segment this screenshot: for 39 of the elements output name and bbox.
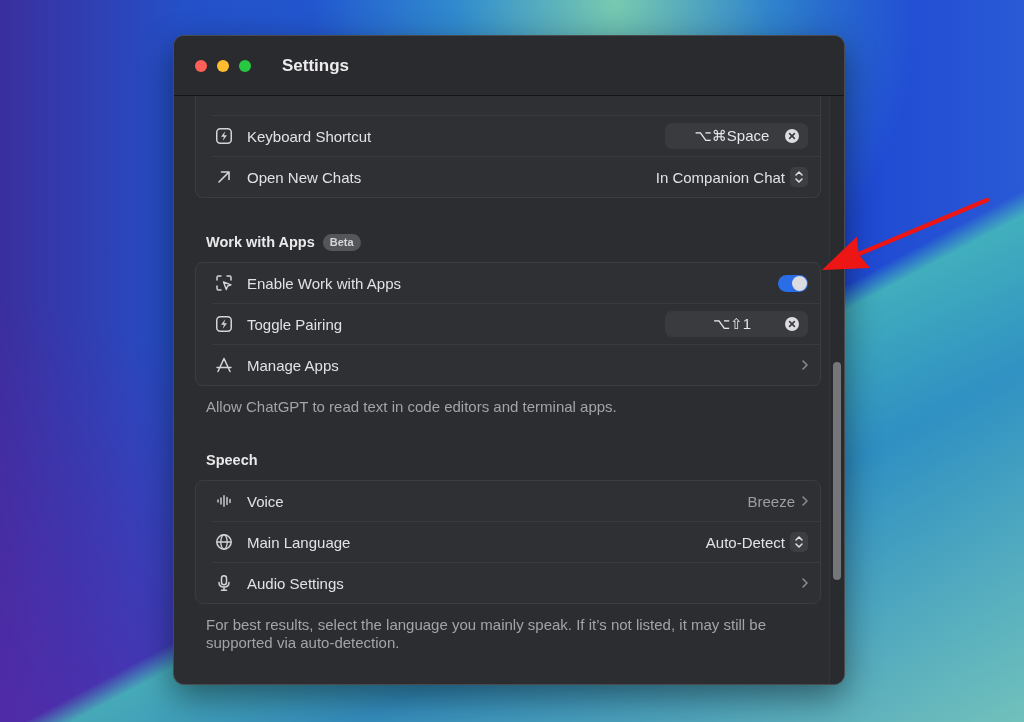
setting-label: Open New Chats bbox=[247, 168, 363, 186]
section-heading: Work with Apps bbox=[206, 234, 315, 250]
setting-label: Manage Apps bbox=[247, 356, 340, 374]
section-caption: For best results, select the language you mainly speak. If it’s not listed, it may still be supported via auto-detection. bbox=[205, 616, 767, 652]
letter-a-icon bbox=[216, 357, 232, 373]
lightning-square-icon bbox=[216, 128, 232, 144]
popup-button[interactable]: Auto-Detect bbox=[705, 532, 808, 552]
section-caption: Allow ChatGPT to read text in code editors and terminal apps. bbox=[205, 398, 618, 416]
cursor-selection-icon bbox=[216, 275, 232, 291]
globe-icon bbox=[216, 534, 232, 550]
up-down-chevron-icon[interactable] bbox=[790, 167, 808, 187]
minimize-icon[interactable] bbox=[217, 59, 229, 72]
window-title: Settings bbox=[282, 55, 350, 76]
setting-label: Enable Work with Apps bbox=[247, 274, 402, 292]
setting-value: Breeze bbox=[747, 492, 795, 510]
close-icon[interactable] bbox=[195, 59, 207, 72]
setting-label: Audio Settings bbox=[247, 574, 345, 592]
waveform-icon bbox=[217, 495, 231, 507]
zoom-icon[interactable] bbox=[239, 59, 251, 72]
setting-label: Voice bbox=[247, 492, 285, 510]
chevron-right-icon[interactable] bbox=[802, 360, 808, 370]
chevron-right-icon[interactable] bbox=[802, 496, 808, 506]
scrollbar-thumb[interactable] bbox=[833, 362, 841, 580]
section-heading: Speech bbox=[206, 452, 258, 468]
shortcut-field[interactable]: ⌥⇧1 bbox=[665, 311, 808, 337]
microphone-icon bbox=[218, 575, 230, 591]
up-down-chevron-icon[interactable] bbox=[790, 532, 808, 552]
setting-label: Main Language bbox=[247, 533, 352, 551]
toggle-switch[interactable] bbox=[778, 274, 808, 292]
lightning-square-icon bbox=[216, 316, 232, 332]
setting-label: Toggle Pairing bbox=[247, 315, 344, 333]
clear-icon[interactable] bbox=[785, 129, 799, 143]
chevron-right-icon[interactable] bbox=[802, 578, 808, 588]
setting-label: Keyboard Shortcut bbox=[247, 127, 373, 145]
shortcut-field[interactable]: ⌥⌘Space bbox=[665, 123, 808, 149]
badge: Beta bbox=[322, 233, 361, 251]
diagonal-arrow-icon bbox=[218, 171, 230, 183]
clear-icon[interactable] bbox=[785, 317, 799, 331]
popup-button[interactable]: In Companion Chat bbox=[655, 167, 808, 187]
